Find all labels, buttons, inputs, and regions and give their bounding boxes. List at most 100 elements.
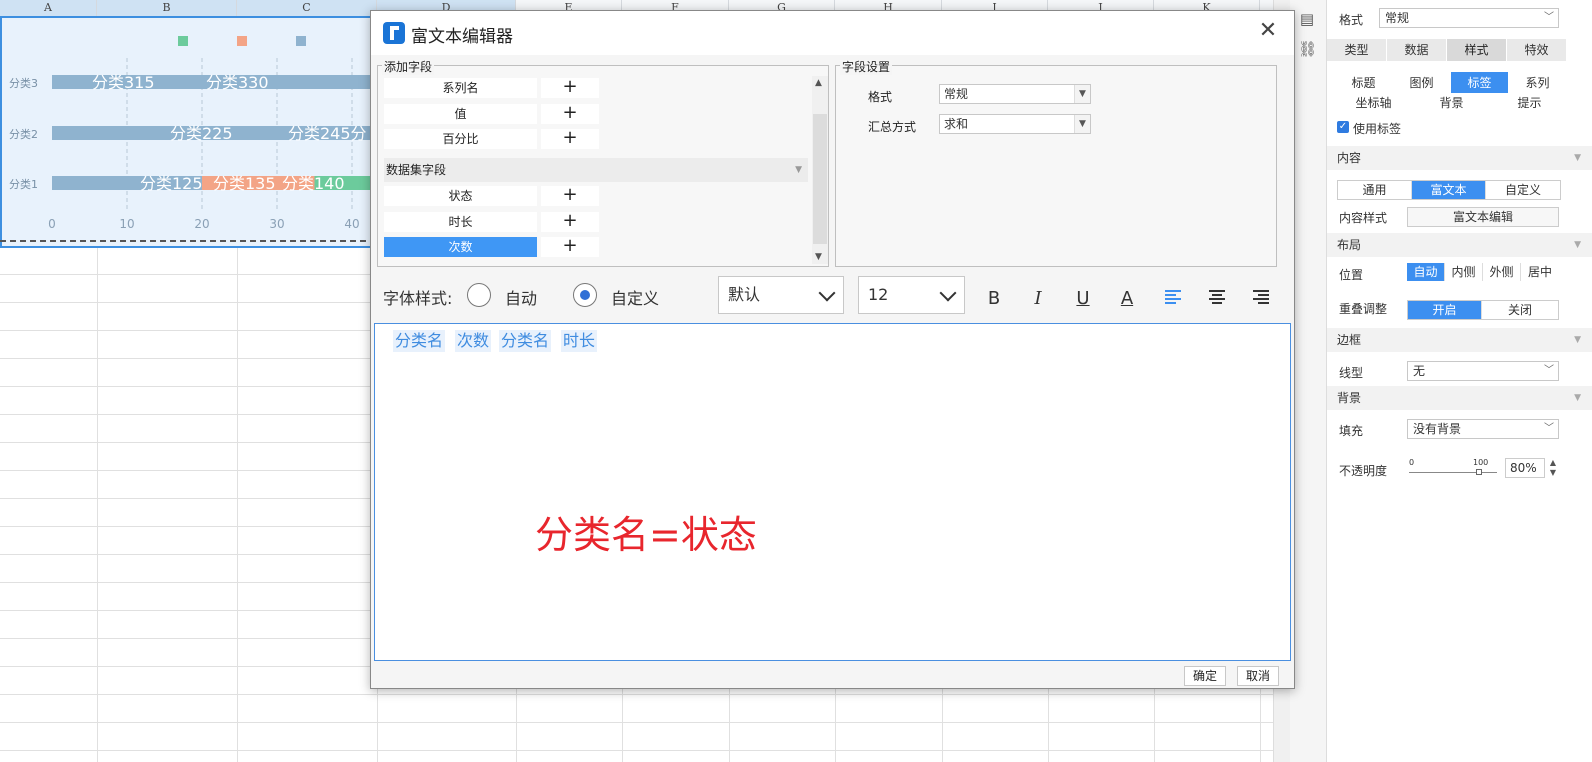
summary-method-select[interactable]: 求和 ▼ [939, 114, 1091, 134]
column-header-a[interactable]: A [0, 0, 97, 16]
radio-auto-label: 自动 [505, 289, 538, 308]
cancel-button[interactable]: 取消 [1237, 666, 1279, 686]
add-series-name-button[interactable]: + [541, 78, 599, 98]
richtext-edit-button[interactable]: 富文本编辑 [1407, 207, 1559, 227]
subtab-tooltip[interactable]: 提示 [1491, 93, 1569, 113]
italic-button[interactable]: I [1023, 285, 1053, 315]
chart-selection-border [0, 240, 376, 242]
position-outside[interactable]: 外侧 [1483, 263, 1521, 281]
scroll-down-icon[interactable]: ▼ [815, 252, 822, 262]
line-type-value: 无 [1413, 364, 1426, 378]
position-label: 位置 [1339, 268, 1364, 282]
subtab-title[interactable]: 标题 [1335, 72, 1393, 94]
format-label: 格式 [1339, 13, 1364, 27]
close-icon[interactable]: ✕ [1256, 19, 1280, 43]
field-count[interactable]: 次数 [384, 237, 537, 257]
radio-custom[interactable] [573, 283, 597, 307]
use-label-checkbox[interactable]: ✓ [1337, 121, 1349, 133]
richtext-editor-area[interactable]: 分类名 次数 分类名 时长 分类名=状态 [374, 323, 1291, 661]
opacity-slider[interactable] [1409, 469, 1497, 475]
x-tick-label: 0 [48, 217, 56, 231]
subtab-legend[interactable]: 图例 [1393, 72, 1451, 94]
font-color-button[interactable]: A [1112, 285, 1142, 315]
overlap-off[interactable]: 关闭 [1482, 301, 1558, 319]
add-fields-legend: 添加字段 [382, 58, 435, 75]
x-tick-label: 40 [344, 217, 359, 231]
editor-field-tag[interactable]: 分类名 [499, 330, 552, 352]
field-status[interactable]: 状态 [384, 186, 537, 206]
opacity-stepper[interactable]: ▲ ▼ [1547, 458, 1559, 478]
scroll-up-icon[interactable]: ▲ [815, 78, 822, 88]
legend-swatch [178, 36, 188, 46]
add-duration-button[interactable]: + [541, 212, 599, 232]
fill-label: 填充 [1339, 424, 1364, 438]
field-format-select[interactable]: 常规 ▼ [939, 84, 1091, 104]
tab-style[interactable]: 样式 [1447, 39, 1507, 61]
tab-data[interactable]: 数据 [1387, 39, 1447, 61]
subtab-series[interactable]: 系列 [1509, 72, 1567, 94]
fields-scrollbar-thumb[interactable] [813, 114, 827, 244]
content-mode-custom[interactable]: 自定义 [1486, 181, 1560, 199]
data-label: 分类245分 [288, 124, 367, 143]
editor-field-tag[interactable]: 分类名 [393, 330, 446, 352]
fields-scrollbar[interactable]: ▲ ▼ [812, 76, 828, 264]
collapse-arrow-icon: ▼ [1574, 335, 1581, 345]
annotation-note: 分类名=状态 [535, 513, 757, 557]
style-sub-tabs-row1: 标题 图例 标签 系列 [1335, 72, 1567, 94]
layout-section-header[interactable]: 布局 ▼ [1327, 233, 1592, 257]
y-category-label: 分类1 [9, 177, 38, 191]
x-tick-label: 10 [119, 217, 134, 231]
subtab-axis[interactable]: 坐标轴 [1335, 93, 1413, 113]
dialog-title: 富文本编辑器 [411, 27, 513, 47]
field-value[interactable]: 值 [384, 104, 537, 124]
main-tabs: 类型 数据 样式 特效 [1327, 39, 1567, 61]
chevron-down-icon [939, 284, 957, 302]
field-percent[interactable]: 百分比 [384, 129, 537, 149]
position-inside[interactable]: 内侧 [1445, 263, 1483, 281]
ok-button[interactable]: 确定 [1184, 666, 1226, 686]
font-family-select[interactable]: 默认 [718, 276, 844, 314]
add-count-button[interactable]: + [541, 237, 599, 257]
overlap-on[interactable]: 开启 [1408, 301, 1482, 319]
bar-chart-svg: 0 10 20 30 40 分类3 分类2 分类1 分类315 分类330 分类225 分类245分分… [9, 36, 374, 231]
subtab-background[interactable]: 背景 [1413, 93, 1491, 113]
field-duration[interactable]: 时长 [384, 212, 537, 232]
radio-auto[interactable] [467, 283, 491, 307]
hyperlink-icon[interactable]: ⛓ [1298, 40, 1317, 58]
add-percent-button[interactable]: + [541, 129, 599, 149]
position-center[interactable]: 居中 [1521, 263, 1559, 281]
column-header-c[interactable]: C [237, 0, 377, 16]
align-left-icon[interactable] [1165, 290, 1181, 304]
field-series-name[interactable]: 系列名 [384, 78, 537, 98]
align-right-icon[interactable] [1253, 290, 1269, 304]
background-section-header[interactable]: 背景 ▼ [1327, 386, 1592, 410]
dataset-fields-header[interactable]: 数据集字段 ▼ [384, 158, 808, 182]
bold-button[interactable]: B [979, 285, 1009, 315]
chevron-down-icon: ﹀ [1544, 365, 1554, 376]
cell-attribute-icon[interactable]: ▤ [1298, 10, 1316, 28]
editor-field-tag[interactable]: 次数 [455, 330, 492, 352]
fill-select[interactable]: 没有背景 ﹀ [1407, 419, 1559, 439]
editor-field-tag[interactable]: 时长 [561, 330, 598, 352]
font-size-select[interactable]: 12 [858, 276, 965, 314]
dialog-titlebar[interactable]: 富文本编辑器 ✕ [371, 11, 1294, 55]
column-header-b[interactable]: B [97, 0, 237, 16]
underline-button[interactable]: U [1068, 285, 1098, 315]
add-status-button[interactable]: + [541, 186, 599, 206]
border-section-header[interactable]: 边框 ▼ [1327, 328, 1592, 352]
content-mode-general[interactable]: 通用 [1338, 181, 1412, 199]
opacity-input[interactable]: 80% [1505, 458, 1545, 478]
tab-type[interactable]: 类型 [1327, 39, 1387, 61]
position-auto[interactable]: 自动 [1407, 263, 1445, 281]
format-select[interactable]: 常规 ﹀ [1379, 8, 1559, 28]
format-select-value: 常规 [1385, 11, 1410, 25]
opacity-slider-thumb[interactable] [1476, 469, 1483, 475]
content-mode-richtext[interactable]: 富文本 [1412, 181, 1486, 199]
align-center-icon[interactable] [1209, 290, 1225, 304]
subtab-label[interactable]: 标签 [1451, 72, 1509, 94]
tab-effects[interactable]: 特效 [1507, 39, 1567, 61]
bar-chart[interactable]: 0 10 20 30 40 分类3 分类2 分类1 分类315 分类330 分类225 分类245分分… [0, 16, 376, 248]
add-value-button[interactable]: + [541, 104, 599, 124]
content-section-header[interactable]: 内容 ▼ [1327, 146, 1592, 170]
line-type-select[interactable]: 无 ﹀ [1407, 361, 1559, 381]
